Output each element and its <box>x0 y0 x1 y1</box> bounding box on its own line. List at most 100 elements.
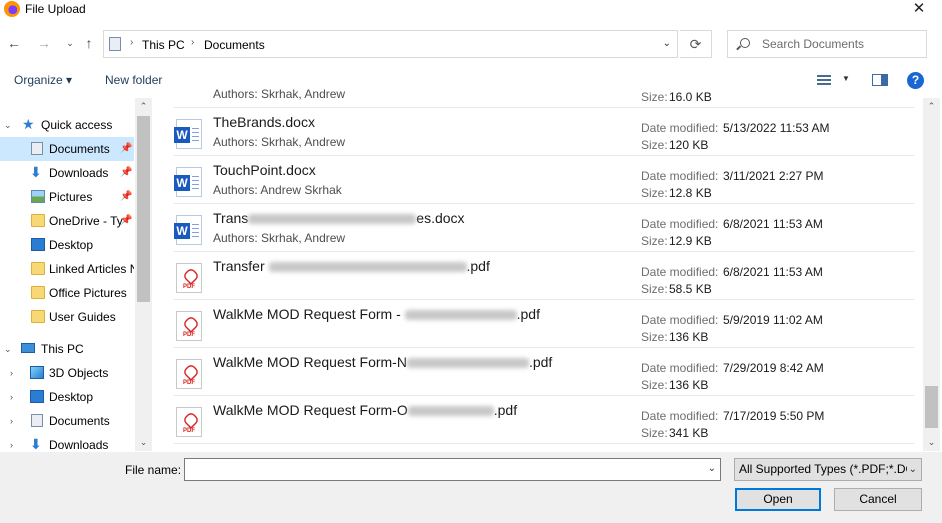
file-name-input[interactable] <box>188 462 688 477</box>
chevron-down-icon[interactable]: ⌄ <box>708 463 716 474</box>
nav-item-office-pictures[interactable]: Office Pictures <box>0 281 134 305</box>
chevron-down-icon[interactable]: ⌄ <box>906 459 917 480</box>
refresh-icon[interactable]: ⟳ <box>680 30 712 58</box>
breadcrumb-documents[interactable]: Documents <box>204 38 265 52</box>
cancel-button[interactable]: Cancel <box>834 488 922 511</box>
pin-icon[interactable]: 📌 <box>120 209 132 233</box>
file-size: 136 KB <box>669 378 709 392</box>
date-label: Date modified: <box>641 265 719 279</box>
chevron-right-icon[interactable]: › <box>10 433 13 451</box>
redacted-text <box>406 358 529 369</box>
up-arrow-icon[interactable]: ↑ <box>79 33 99 53</box>
file-authors: Authors: Andrew Skrhak <box>213 183 342 197</box>
nav-item-3d-objects[interactable]: › 3D Objects <box>0 361 134 385</box>
open-button[interactable]: Open <box>735 488 821 511</box>
nav-item-pc-documents[interactable]: › Documents <box>0 409 134 433</box>
chevron-right-icon[interactable]: › <box>10 409 13 433</box>
nav-item-desktop[interactable]: Desktop <box>0 233 134 257</box>
file-size: 58.5 KB <box>669 282 712 296</box>
file-name: WalkMe MOD Request Form-N .pdf <box>213 354 553 370</box>
file-name: Trans es.docx <box>213 210 465 226</box>
redacted-text <box>268 262 467 273</box>
date-label: Date modified: <box>641 313 719 327</box>
scroll-up-icon[interactable]: ⌃ <box>135 98 152 115</box>
nav-quick-access[interactable]: ⌄ ★ Quick access <box>0 113 134 137</box>
chevron-right-icon[interactable]: › <box>191 37 194 48</box>
chevron-down-icon[interactable]: ▼ <box>842 74 850 83</box>
scroll-down-icon[interactable]: ⌄ <box>923 434 940 451</box>
nav-item-pictures[interactable]: Pictures 📌 <box>0 185 134 209</box>
chevron-right-icon[interactable]: › <box>10 361 13 385</box>
nav-scrollbar[interactable]: ⌃ ⌄ <box>135 98 152 451</box>
nav-this-pc[interactable]: ⌄ This PC <box>0 337 134 361</box>
nav-item-documents[interactable]: Documents 📌 <box>0 137 134 161</box>
folder-icon <box>31 310 45 323</box>
date-label: Date modified: <box>641 361 719 375</box>
file-row[interactable]: Transes.docx Authors: Skrhak, Andrew Dat… <box>174 204 914 252</box>
recent-locations-chevron-icon[interactable]: ⌄ <box>60 33 80 53</box>
address-bar[interactable]: › This PC › Documents ⌄ <box>103 30 678 58</box>
file-list-scrollbar[interactable]: ⌃ ⌄ <box>923 98 940 451</box>
date-label: Date modified: <box>641 217 719 231</box>
pin-icon[interactable]: 📌 <box>120 137 132 161</box>
file-type-select[interactable]: All Supported Types (*.PDF;*.DC ⌄ <box>734 458 922 481</box>
scroll-thumb[interactable] <box>925 386 938 428</box>
redacted-text <box>248 214 417 225</box>
file-row[interactable]: TouchPoint.docx Authors: Andrew Skrhak D… <box>174 156 914 204</box>
file-row[interactable]: TheBrands.docx Authors: Skrhak, Andrew D… <box>174 108 914 156</box>
size-label: Size: <box>641 282 668 296</box>
file-row[interactable]: Transfer .pdf Date modified: 6/8/2021 11… <box>174 252 914 300</box>
size-label: Size: <box>641 378 668 392</box>
file-date: 6/8/2021 11:53 AM <box>723 265 823 279</box>
redacted-text <box>407 406 494 417</box>
chevron-down-icon[interactable]: ⌄ <box>4 113 12 137</box>
file-authors: Authors: Skrhak, Andrew <box>213 87 346 101</box>
file-row[interactable]: WalkMe MOD Request Form - .pdf Date modi… <box>174 300 914 348</box>
folder-icon <box>31 214 45 227</box>
forward-arrow-icon[interactable]: → <box>34 33 54 53</box>
nav-item-pc-downloads[interactable]: › ⬇ Downloads <box>0 433 134 451</box>
pictures-icon <box>31 190 45 203</box>
chevron-down-icon[interactable]: ⌄ <box>4 337 12 361</box>
nav-item-user-guides[interactable]: User Guides <box>0 305 134 329</box>
scroll-down-icon[interactable]: ⌄ <box>135 434 152 451</box>
file-row[interactable]: WalkMe MOD Request Form-N.pdf Date modif… <box>174 348 914 396</box>
pin-icon[interactable]: 📌 <box>120 185 132 209</box>
folder-icon <box>31 262 45 275</box>
new-folder-button[interactable]: New folder <box>105 73 162 87</box>
file-name-label: File name: <box>125 463 182 477</box>
file-name: WalkMe MOD Request Form-O .pdf <box>213 402 518 418</box>
nav-label: OneDrive - Ty <box>49 214 123 228</box>
file-row[interactable]: WalkMe MOD Request Form-O.pdf Date modif… <box>174 396 914 444</box>
nav-item-pc-desktop[interactable]: › Desktop <box>0 385 134 409</box>
breadcrumb-this-pc[interactable]: This PC <box>142 38 185 52</box>
search-input[interactable] <box>762 36 922 52</box>
nav-label: Documents <box>49 414 110 428</box>
search-box[interactable] <box>727 30 927 58</box>
chevron-down-icon[interactable]: ⌄ <box>663 38 671 49</box>
nav-item-onedrive[interactable]: OneDrive - Ty 📌 <box>0 209 134 233</box>
pin-icon[interactable]: 📌 <box>120 161 132 185</box>
nav-label: Documents <box>49 142 110 156</box>
organize-button[interactable]: Organize ▾ <box>14 73 72 87</box>
dialog-footer: File name: ⌄ All Supported Types (*.PDF;… <box>0 452 942 523</box>
chevron-right-icon[interactable]: › <box>130 37 133 48</box>
file-date: 7/17/2019 5:50 PM <box>723 409 825 423</box>
desktop-icon <box>31 238 45 251</box>
file-name-combobox[interactable]: ⌄ <box>184 458 721 481</box>
file-size: 16.0 KB <box>669 90 712 104</box>
pdf-file-icon <box>176 311 202 341</box>
file-size: 341 KB <box>669 426 709 440</box>
file-row[interactable]: Authors: Skrhak, Andrew Size: 16.0 KB <box>174 84 914 108</box>
scroll-up-icon[interactable]: ⌃ <box>923 98 940 115</box>
nav-item-downloads[interactable]: ⬇ Downloads 📌 <box>0 161 134 185</box>
computer-icon <box>21 343 35 353</box>
date-label: Date modified: <box>641 169 719 183</box>
pdf-file-icon <box>176 407 202 437</box>
nav-item-linked-articles[interactable]: Linked Articles N <box>0 257 134 281</box>
chevron-right-icon[interactable]: › <box>10 385 13 409</box>
close-button[interactable]: ✕ <box>896 0 942 20</box>
scroll-thumb[interactable] <box>137 116 150 302</box>
back-arrow-icon[interactable]: ← <box>4 33 24 53</box>
firefox-icon <box>4 1 20 17</box>
